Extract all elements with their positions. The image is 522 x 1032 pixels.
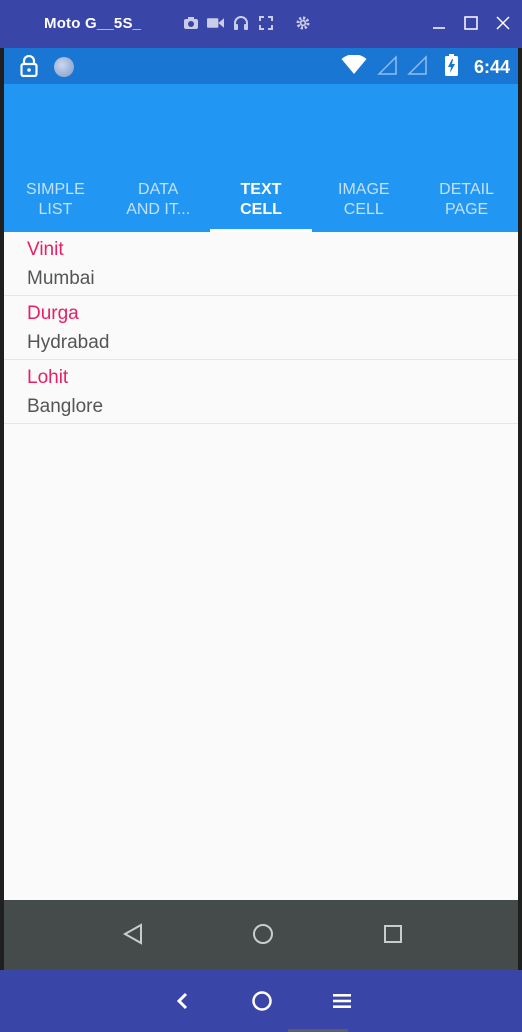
device-title: Moto G__5S_ [44, 15, 142, 32]
list-item[interactable]: Durga Hydrabad [4, 296, 518, 360]
item-name: Durga [27, 303, 79, 324]
tab-label: DATA [138, 181, 179, 198]
minimize-icon[interactable] [430, 12, 448, 34]
tab-label: CELL [240, 201, 282, 218]
home-circle-icon[interactable] [251, 922, 275, 946]
close-icon[interactable] [494, 12, 512, 34]
item-city: Hydrabad [27, 332, 110, 353]
device-bezel-right [518, 48, 522, 970]
recents-square-icon[interactable] [381, 922, 405, 946]
emulator-bottom-bar [0, 970, 522, 1032]
item-name: Vinit [27, 239, 64, 260]
video-icon[interactable] [207, 14, 224, 31]
signal-icon [377, 55, 397, 80]
tab-label: TEXT [240, 181, 282, 198]
android-nav-bar [4, 900, 518, 970]
chevron-left-icon[interactable] [167, 986, 197, 1016]
device-screen: 6:44 SIMPLE LIST DATA AND IT... TEXT CELL I… [4, 48, 518, 970]
status-bar: 6:44 [4, 48, 518, 84]
list-item[interactable]: Vinit Mumbai [4, 232, 518, 296]
tab-simple-list[interactable]: SIMPLE LIST [4, 168, 107, 232]
emulator-title-bar: Moto G__5S_ [0, 0, 522, 48]
headphones-icon[interactable] [232, 14, 249, 31]
tab-detail-page[interactable]: DETAIL PAGE [415, 168, 518, 232]
tab-label: PAGE [444, 201, 489, 218]
window-controls [430, 12, 512, 34]
signal-icon [407, 55, 427, 80]
status-time: 6:44 [473, 57, 510, 77]
item-city: Mumbai [27, 268, 95, 289]
item-name: Lohit [27, 367, 69, 388]
tab-image-cell[interactable]: IMAGE CELL [312, 168, 415, 232]
fullscreen-icon[interactable] [257, 14, 274, 31]
tab-label: SIMPLE [26, 181, 85, 198]
tab-label: IMAGE [338, 181, 390, 198]
text-cell-list: Vinit Mumbai Durga Hydrabad Lohit Banglo… [4, 232, 518, 424]
notification-dot-icon [54, 57, 74, 77]
status-indicators: 6:44 [341, 54, 510, 81]
battery-charging-icon [444, 54, 458, 81]
tab-label: AND IT... [126, 201, 191, 218]
tab-text-cell[interactable]: TEXT CELL [209, 168, 313, 232]
camera-icon[interactable] [182, 14, 199, 31]
lock-icon [20, 54, 38, 82]
tab-label: LIST [38, 201, 73, 218]
item-city: Banglore [27, 396, 104, 417]
emulator-toolbar [182, 14, 311, 31]
back-triangle-icon[interactable] [121, 922, 145, 946]
app-bar: SIMPLE LIST DATA AND IT... TEXT CELL IMAGE C… [4, 84, 518, 232]
tab-strip: SIMPLE LIST DATA AND IT... TEXT CELL IMAGE C… [4, 168, 518, 232]
tab-label: CELL [343, 201, 384, 218]
home-circle-icon[interactable] [247, 986, 277, 1016]
tab-data-and-items[interactable]: DATA AND IT... [107, 168, 210, 232]
wifi-icon [341, 54, 367, 80]
menu-icon[interactable] [327, 986, 357, 1016]
list-item[interactable]: Lohit Banglore [4, 360, 518, 424]
tab-label: DETAIL [439, 181, 494, 198]
maximize-icon[interactable] [462, 12, 480, 34]
settings-icon[interactable] [294, 14, 311, 31]
